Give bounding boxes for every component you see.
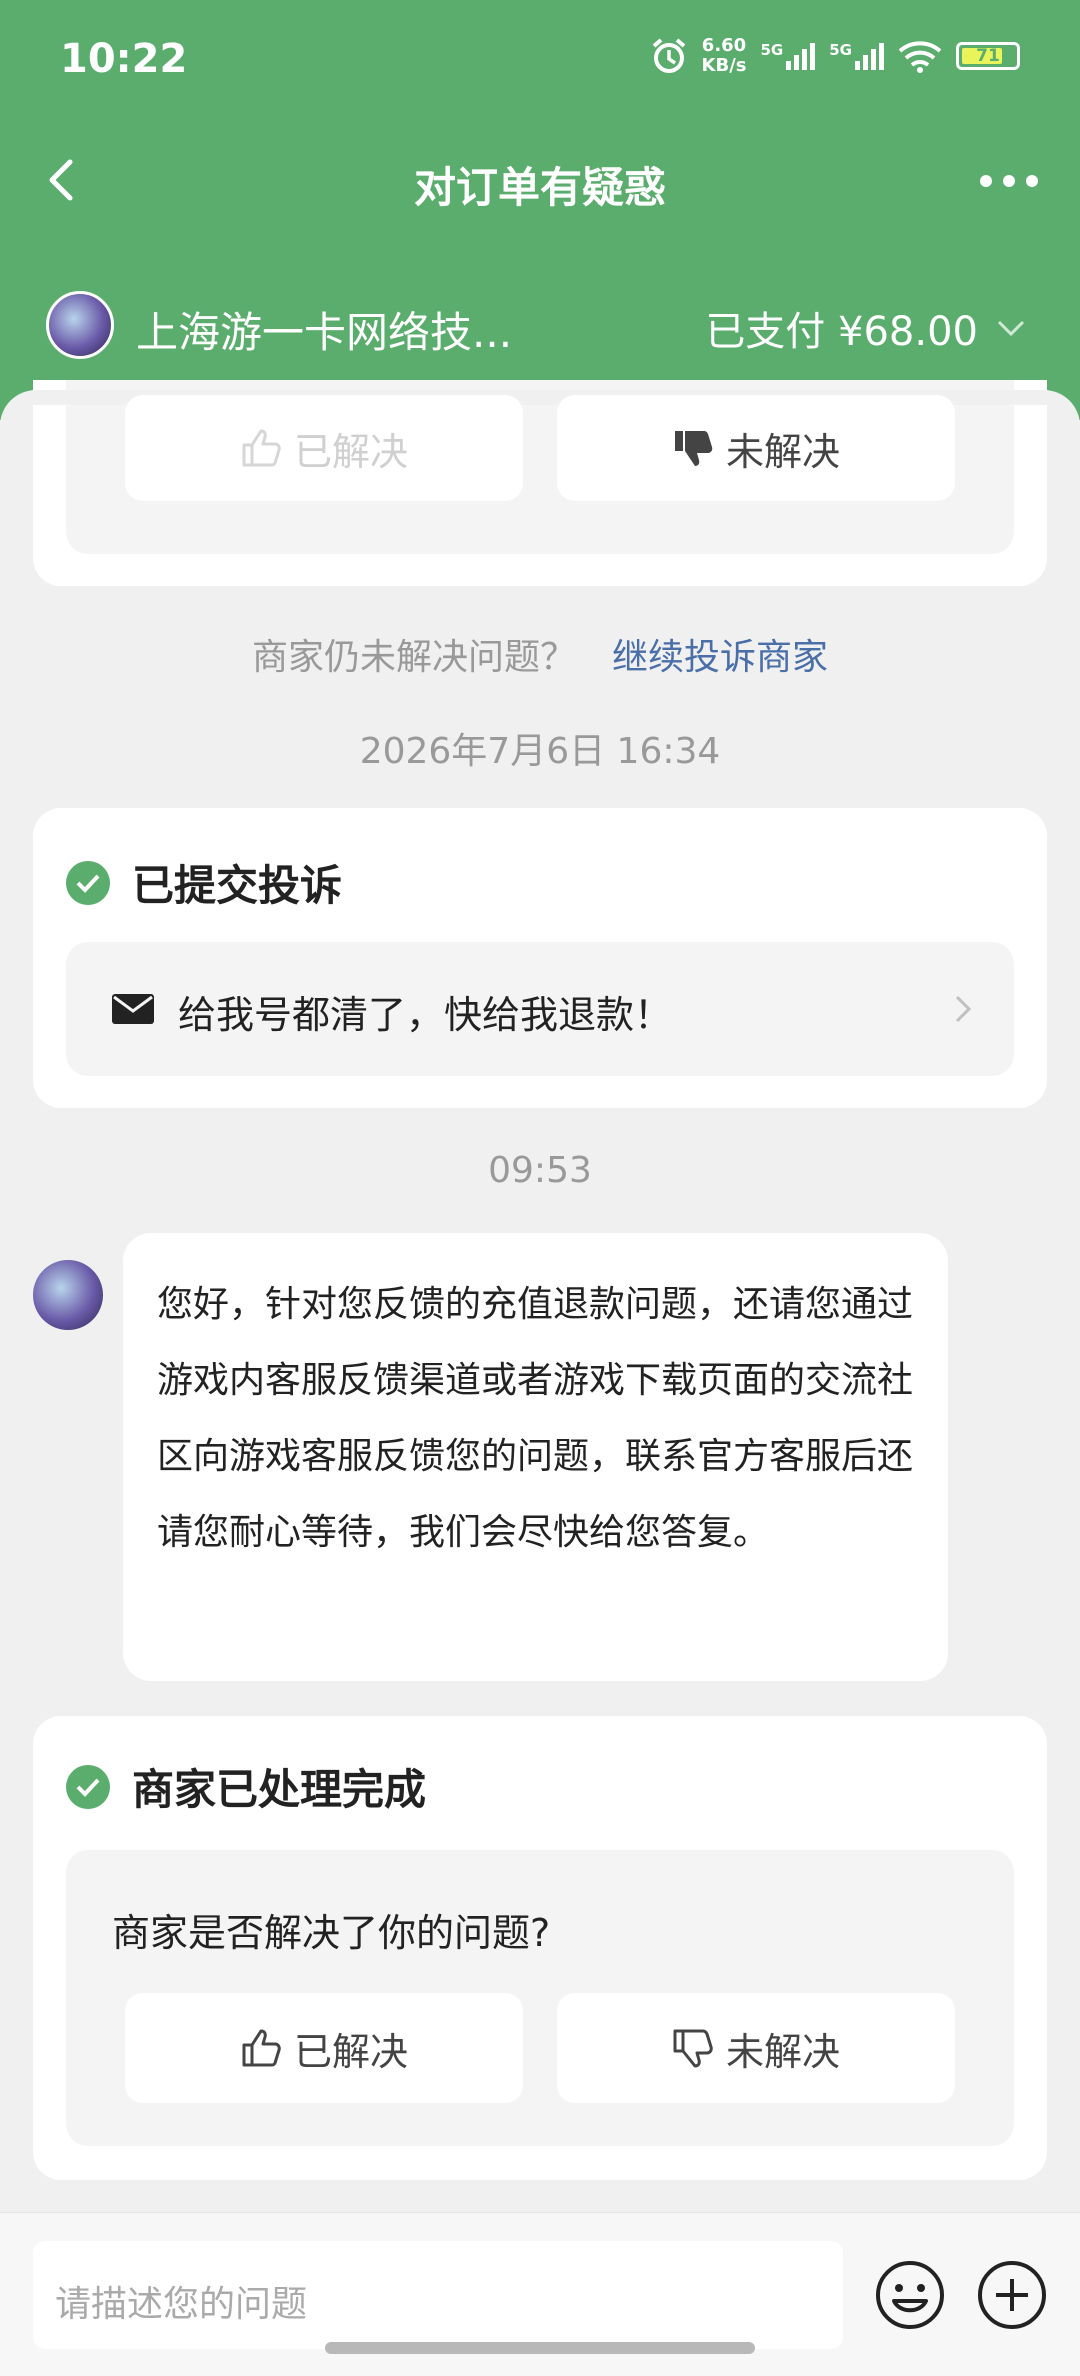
page-title: 对订单有疑惑	[413, 163, 666, 212]
merchant-chat-bubble: 您好，针对您反馈的充值退款问题，还请您通过游戏内客服反馈渠道或者游戏下载页面的交…	[123, 1233, 948, 1681]
thumbs-up-icon	[242, 429, 281, 467]
battery-icon: 71	[956, 42, 1020, 70]
merchant-chat-avatar[interactable]	[33, 1260, 103, 1330]
signal-icon	[786, 43, 816, 70]
resolved-card: 商家已处理完成 商家是否解决了你的问题? 已解决 未解决	[33, 1716, 1047, 2180]
signal-icon	[855, 43, 884, 70]
resolved-question-box: 商家是否解决了你的问题? 已解决 未解决	[66, 1850, 1014, 2146]
status-icons: 6.60 KB/s 5G 5G 71	[650, 36, 1020, 76]
home-indicator[interactable]	[325, 2342, 755, 2354]
more-icon[interactable]	[974, 156, 1044, 206]
thumbs-down-icon	[673, 2029, 713, 2068]
wifi-icon	[898, 41, 942, 73]
unsolved-button-top[interactable]: 未解决	[557, 395, 955, 501]
chevron-right-icon	[955, 995, 972, 1023]
timestamp: 09:53	[488, 1150, 592, 1191]
mail-icon	[112, 994, 154, 1024]
status-bar: 10:22 6.60 KB/s 5G 5G 71	[0, 0, 1080, 120]
unsolved-button[interactable]: 未解决	[557, 1993, 955, 2103]
signal-sim2: 5G	[829, 41, 884, 71]
merchant-name: 上海游一卡网络技...	[136, 308, 513, 357]
resolved-card-title: 商家已处理完成	[66, 1756, 426, 1817]
question-input[interactable]: 请描述您的问题	[33, 2241, 843, 2349]
check-circle-icon	[66, 1764, 110, 1809]
complaint-card-title: 已提交投诉	[66, 852, 342, 913]
alarm-icon	[652, 38, 685, 73]
check-circle-icon	[66, 860, 110, 905]
merchant-avatar	[46, 291, 114, 359]
continue-complaint-link[interactable]: 继续投诉商家	[612, 637, 828, 678]
solved-button[interactable]: 已解决	[125, 1993, 523, 2103]
merchant-row[interactable]: 上海游一卡网络技... 已支付 ¥68.00	[0, 285, 1080, 365]
thumbs-down-filled-icon	[674, 431, 713, 466]
emoji-icon[interactable]	[874, 2259, 946, 2331]
paid-text: 已支付 ¥68.00	[705, 309, 978, 355]
signal-sim1: 5G	[761, 41, 816, 71]
complaint-prompt: 商家仍未解决问题？ 继续投诉商家	[251, 637, 829, 678]
timestamp: 2026年7月6日 16:34	[359, 731, 721, 772]
paid-amount[interactable]: 已支付 ¥68.00	[705, 299, 1026, 357]
status-time: 10:22	[60, 36, 188, 82]
net-speed: 6.60 KB/s	[701, 35, 747, 76]
chevron-down-icon	[997, 320, 1025, 337]
nav-bar: 对订单有疑惑	[0, 140, 1080, 220]
resolved-question: 商家是否解决了你的问题?	[112, 1911, 551, 1955]
thumbs-up-icon	[242, 2029, 281, 2067]
complaint-card: 已提交投诉 给我号都清了，快给我退款！	[33, 808, 1047, 1108]
previous-feedback-card-body: 已解决 未解决	[33, 395, 1047, 586]
plus-icon[interactable]	[976, 2259, 1048, 2331]
solved-button-top[interactable]: 已解决	[125, 395, 523, 501]
complaint-message: 给我号都清了，快给我退款！	[178, 993, 673, 1037]
previous-feedback-inner-box: 已解决 未解决	[66, 395, 1014, 554]
header: 10:22 6.60 KB/s 5G 5G 71 对订单有疑惑 上海游一卡网络技.…	[0, 0, 1080, 420]
complaint-message-row[interactable]: 给我号都清了，快给我退款！	[66, 942, 1014, 1076]
